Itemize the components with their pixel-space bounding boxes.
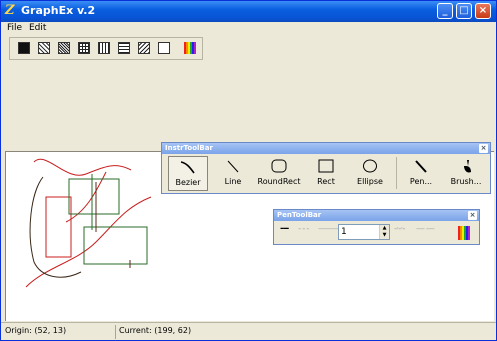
pen-style-dash-dot-dot-button[interactable]: — — [416,224,435,234]
instr-toolbar-title: InstrToolBar [165,144,213,152]
menu-edit[interactable]: Edit [29,23,46,33]
close-button[interactable]: × [475,3,491,19]
tool-line-button[interactable]: Line [214,156,252,191]
toolbar-separator [396,157,397,189]
pattern-solid-button[interactable] [18,42,30,54]
tool-bezier-label: Bezier [175,178,201,187]
pattern-dense-dots-button[interactable] [58,42,70,54]
menu-bar: File Edit [1,22,496,36]
green-rectangle-bottom [83,226,148,265]
pen-icon [415,160,427,173]
title-bar[interactable]: Z GraphEx v.2 _ □ × [1,1,496,22]
pen-toolbar-title: PenToolBar [277,211,322,219]
tool-pen-button[interactable]: Pen... [402,156,440,191]
pen-toolbar: PenToolBar × --- - - - ——— 1 ▲ ▼ -·-·- — … [273,209,480,245]
tool-roundrect-label: RoundRect [257,177,301,186]
tool-pen-label: Pen... [409,177,433,186]
pattern-diagonal-dots-button[interactable] [38,42,50,54]
instr-toolbar: InstrToolBar × Bezier Line RoundRect Rec… [161,142,491,194]
instr-toolbar-titlebar[interactable]: InstrToolBar × [162,143,490,154]
bezier-icon [180,161,195,174]
instr-toolbar-close-button[interactable]: × [479,144,488,153]
color-palette-icon[interactable] [184,42,196,54]
tool-bezier-button[interactable]: Bezier [168,156,208,191]
menu-file[interactable]: File [7,23,22,33]
tool-brush-button[interactable]: Brush... [446,156,486,191]
maximize-button[interactable]: □ [456,3,472,19]
pen-width-stepper[interactable]: 1 ▲ ▼ [338,224,390,240]
status-origin: Origin: (52, 13) [5,326,67,335]
status-divider [115,325,116,339]
green-rectangle-top [68,178,120,215]
pen-style-dash-button[interactable]: - - - [298,224,310,234]
pattern-empty-button[interactable] [158,42,170,54]
tool-ellipse-label: Ellipse [357,177,383,186]
app-window: Z GraphEx v.2 _ □ × File Edit InstrToolB… [0,0,497,341]
minimize-button[interactable]: _ [437,3,453,19]
tool-roundrect-button[interactable]: RoundRect [254,156,304,191]
tool-rect-button[interactable]: Rect [308,156,344,191]
status-current: Current: (199, 62) [119,326,192,335]
roundrect-icon [271,159,287,173]
tool-ellipse-button[interactable]: Ellipse [350,156,390,191]
pen-color-palette-icon[interactable] [458,226,470,240]
pen-style-dash-dot-button[interactable]: -·-·- [394,224,406,234]
pen-style-solid-button[interactable]: --- [280,224,289,234]
fill-pattern-toolbar [9,37,203,60]
pattern-horizontal-lines-button[interactable] [118,42,130,54]
tool-line-label: Line [224,177,242,186]
brush-icon [464,160,471,173]
rect-icon [318,159,334,173]
pen-toolbar-titlebar[interactable]: PenToolBar × [274,210,479,221]
line-icon [227,160,239,173]
window-title: GraphEx v.2 [21,4,96,17]
dark-curve [29,176,82,278]
pattern-vertical-lines-button[interactable] [98,42,110,54]
status-bar: Origin: (52, 13) Current: (199, 62) [1,322,496,340]
tool-brush-label: Brush... [450,177,482,186]
app-logo-icon: Z [5,3,15,18]
red-curve-top [33,159,132,176]
workspace-upper [1,61,496,150]
pattern-diagonal-lines-button[interactable] [138,42,150,54]
pen-width-value: 1 [341,227,347,237]
pen-toolbar-close-button[interactable]: × [468,211,477,220]
stepper-arrows-icon[interactable]: ▲ ▼ [379,225,389,239]
pattern-grid-button[interactable] [78,42,90,54]
tool-rect-label: Rect [317,177,335,186]
red-rectangle [45,196,72,258]
ellipse-icon [363,159,377,173]
